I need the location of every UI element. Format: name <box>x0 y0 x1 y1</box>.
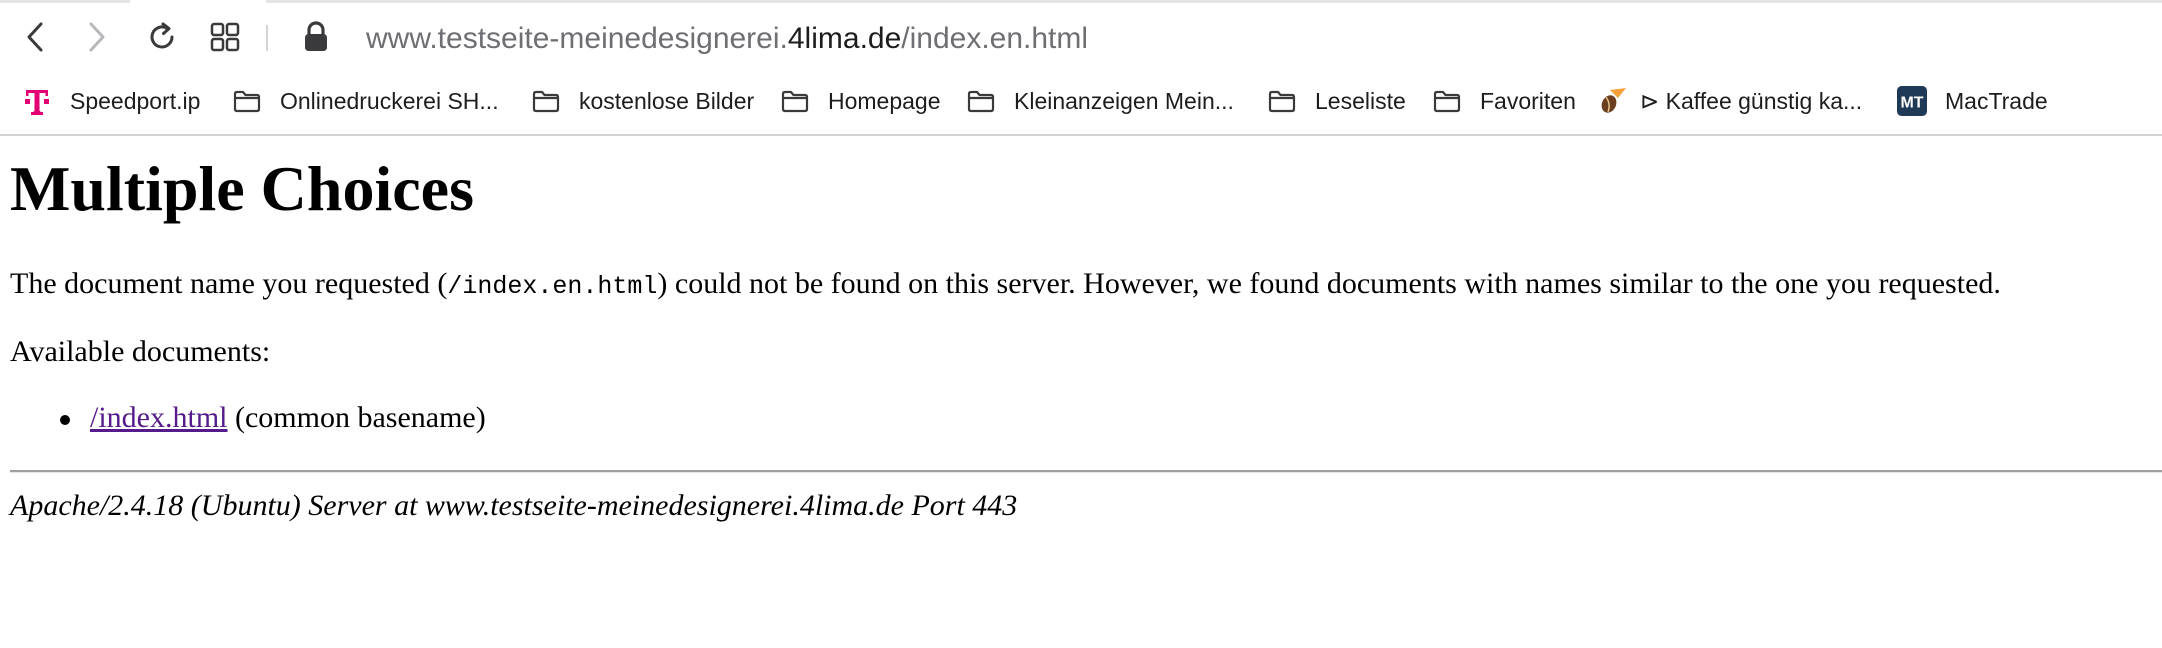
bookmark-label: Favoriten <box>1480 87 1576 114</box>
chrome-divider <box>0 134 2162 136</box>
bookmark-speedport[interactable]: Speedport.ip <box>22 75 200 127</box>
requested-path: /index.en.html <box>447 272 658 301</box>
url-prefix: www.testseite-meinedesignerei. <box>366 22 788 55</box>
bookmark-label: Speedport.ip <box>70 87 201 114</box>
error-message: The document name you requested (/index.… <box>10 266 2001 302</box>
forward-button[interactable] <box>76 17 116 57</box>
back-icon <box>27 22 43 52</box>
message-before: The document name you requested ( <box>10 267 448 300</box>
browser-chrome: www.testseite-meinedesignerei.4lima.de/i… <box>0 0 2162 136</box>
telekom-t-icon <box>22 86 52 116</box>
bookmark-folder-kleinanzeigen[interactable]: Kleinanzeigen Mein... <box>966 75 1234 127</box>
list-item: /index.html (common basename) <box>10 400 486 436</box>
folder-icon <box>1267 86 1297 116</box>
mactrade-logo-icon: MT <box>1897 86 1927 116</box>
bookmark-mactrade[interactable]: MT MacTrade <box>1897 75 2048 127</box>
folder-icon <box>531 86 561 116</box>
document-link[interactable]: /index.html <box>90 401 228 434</box>
toolbar-separator <box>266 25 268 51</box>
lock-icon[interactable] <box>300 19 332 55</box>
bookmarks-bar: Speedport.ip Onlinedruckerei SH... koste… <box>0 75 2162 127</box>
coffee-bean-icon <box>1598 86 1628 116</box>
available-documents-label: Available documents: <box>10 335 271 368</box>
reload-icon <box>150 22 174 49</box>
bookmark-folder-favoriten[interactable]: Favoriten <box>1432 75 1576 127</box>
back-button[interactable] <box>16 17 56 57</box>
bookmark-folder-kostenlose-bilder[interactable]: kostenlose Bilder <box>531 75 754 127</box>
document-note: (common basename) <box>227 401 486 434</box>
folder-icon <box>780 86 810 116</box>
browser-toolbar: www.testseite-meinedesignerei.4lima.de/i… <box>0 3 2162 71</box>
bullet <box>60 415 70 425</box>
svg-text:MT: MT <box>1901 95 1924 112</box>
forward-icon <box>89 22 105 52</box>
tab-overview-icon <box>210 22 240 52</box>
server-signature: Apache/2.4.18 (Ubuntu) Server at www.tes… <box>10 489 1018 522</box>
documents-list: /index.html (common basename) <box>10 400 486 436</box>
bookmark-label: Kleinanzeigen Mein... <box>1014 87 1234 114</box>
bookmark-label: ⊳ Kaffee günstig ka... <box>1640 87 1863 114</box>
folder-icon <box>966 86 996 116</box>
folder-icon <box>1432 86 1462 116</box>
message-after: ) could not be found on this server. How… <box>657 267 2001 300</box>
bookmark-label: Homepage <box>828 87 941 114</box>
address-bar[interactable]: www.testseite-meinedesignerei.4lima.de/i… <box>366 19 1088 59</box>
reload-button[interactable] <box>142 17 182 57</box>
bookmark-folder-onlinedruckerei[interactable]: Onlinedruckerei SH... <box>232 75 499 127</box>
bookmark-folder-leseliste[interactable]: Leseliste <box>1267 75 1406 127</box>
url-path: /index.en.html <box>901 22 1089 55</box>
bookmark-label: Leseliste <box>1315 87 1406 114</box>
tab-overview-button[interactable] <box>205 17 245 57</box>
bookmark-label: MacTrade <box>1945 87 2048 114</box>
bookmark-label: Onlinedruckerei SH... <box>280 87 499 114</box>
url-domain: 4lima.de <box>787 22 902 55</box>
horizontal-rule <box>10 470 2162 473</box>
bookmark-folder-homepage[interactable]: Homepage <box>780 75 941 127</box>
bookmark-label: kostenlose Bilder <box>579 87 755 114</box>
page-title: Multiple Choices <box>10 153 474 224</box>
bookmark-kaffee[interactable]: ⊳ Kaffee günstig ka... <box>1598 75 1862 127</box>
folder-icon <box>232 86 262 116</box>
